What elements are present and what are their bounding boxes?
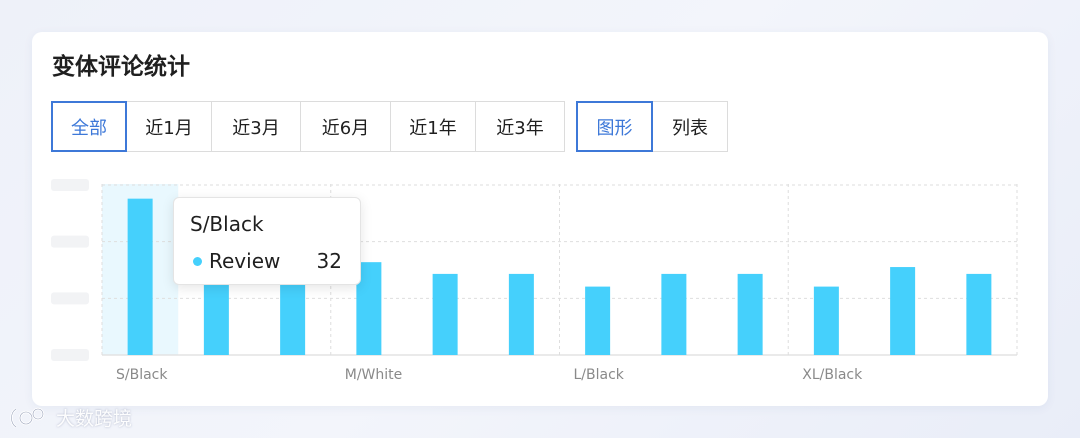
bar[interactable] [203, 281, 229, 355]
bar[interactable] [737, 273, 763, 355]
bar[interactable] [890, 267, 916, 355]
x-tick-label: L/Black [574, 367, 625, 383]
x-tick-label: S/Black [116, 367, 168, 383]
bar[interactable] [280, 281, 306, 355]
tooltip-series-label: Review [209, 249, 281, 273]
bar[interactable] [508, 273, 534, 355]
tooltip-series-value: 32 [316, 249, 342, 273]
bar[interactable] [966, 273, 992, 355]
watermark: 大数跨境 [8, 404, 132, 431]
x-tick-label: XL/Black [802, 367, 863, 383]
watermark-text: 大数跨境 [56, 408, 133, 430]
tab-chart-view[interactable]: 图形 [576, 101, 653, 152]
bar[interactable] [661, 273, 687, 355]
tab-all[interactable]: 全部 [51, 101, 127, 152]
bar[interactable] [432, 273, 458, 355]
chart-tooltip: S/Black Review 32 [173, 197, 361, 285]
bar[interactable] [585, 286, 611, 355]
y-tick-placeholder [51, 292, 89, 305]
chart-card: 变体评论统计 全部 近1月 近3月 近6月 近1年 近3年 图形 列表 S/Bl… [32, 32, 1048, 406]
bar[interactable] [127, 198, 153, 355]
tooltip-title: S/Black [190, 212, 264, 236]
y-tick-placeholder [51, 349, 89, 361]
y-tick-placeholder [51, 235, 89, 248]
watermark-logo-icon [10, 407, 45, 428]
bar[interactable] [813, 286, 839, 355]
tooltip-series-dot [193, 257, 202, 266]
y-tick-placeholder [51, 178, 89, 191]
x-tick-label: M/White [345, 367, 403, 383]
